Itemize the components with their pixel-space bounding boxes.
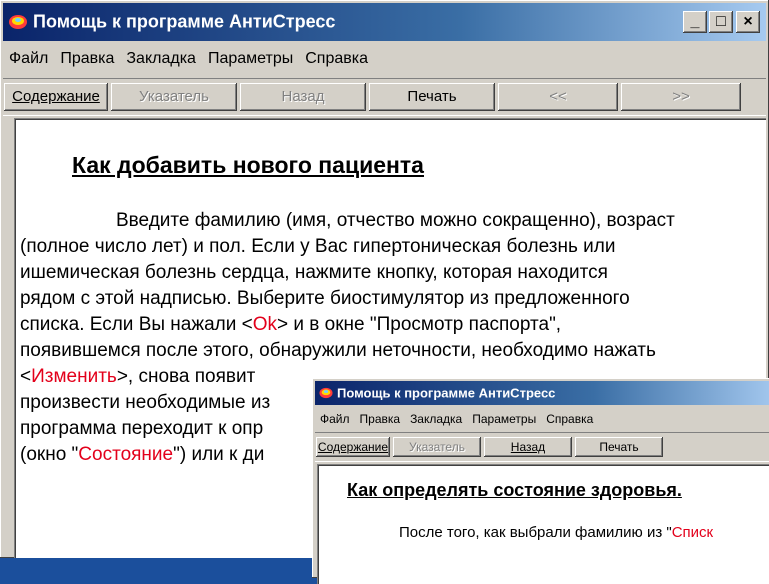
menu-bookmark[interactable]: Закладка [405, 408, 467, 430]
print-label: Печать [407, 88, 457, 105]
close-button[interactable]: × [736, 11, 760, 33]
text-line: ишемическая болезнь сердца, нажмите кноп… [20, 262, 608, 283]
menu-bar: Файл Правка Закладка Параметры Справка [315, 408, 769, 430]
menu-edit[interactable]: Правка [54, 44, 120, 74]
menu-options[interactable]: Параметры [202, 44, 299, 74]
menu-edit[interactable]: Правка [355, 408, 406, 430]
prev-button[interactable]: << [498, 83, 618, 111]
back-label: Назад [281, 88, 325, 105]
menu-bar: Файл Правка Закладка Параметры Справка [3, 44, 766, 74]
text-line: списка. Если Вы нажали <Ok> и в окне "Пр… [20, 314, 562, 335]
topic-text: После того, как выбрали фамилию из "Спис… [399, 524, 714, 541]
title-bar[interactable]: Помощь к программе АнтиСтресс [315, 381, 769, 405]
menu-help[interactable]: Справка [541, 408, 598, 430]
toolbar: Содержание Указатель Назад Печать << >> [3, 78, 766, 116]
print-label: Печать [599, 440, 639, 454]
text-line: Введите фамилию (имя, отчество можно сок… [116, 210, 675, 231]
state-link[interactable]: Состояние [78, 444, 173, 465]
ok-link[interactable]: Ok [253, 314, 277, 335]
help-window-secondary: Помощь к программе АнтиСтресс Файл Правка… [312, 378, 769, 584]
menu-bookmark[interactable]: Закладка [120, 44, 202, 74]
index-label: Указатель [139, 88, 209, 105]
text-line: рядом с этой надписью. Выберите биостиму… [20, 288, 630, 309]
text-line: появившемся после этого, обнаружили нето… [20, 340, 656, 361]
menu-help[interactable]: Справка [299, 44, 374, 74]
print-button[interactable]: Печать [369, 83, 495, 111]
index-label: Указатель [409, 440, 465, 454]
back-button[interactable]: Назад [240, 83, 366, 111]
back-label: Назад [510, 440, 546, 454]
contents-button[interactable]: Содержание [316, 437, 390, 457]
index-button[interactable]: Указатель [393, 437, 481, 457]
menu-file[interactable]: Файл [315, 408, 355, 430]
menu-file[interactable]: Файл [3, 44, 54, 74]
window-title: Помощь к программе АнтиСтресс [337, 385, 556, 401]
app-icon [9, 15, 27, 29]
list-link[interactable]: Списк [672, 524, 713, 541]
toolbar: Содержание Указатель Назад Печать [315, 432, 769, 462]
contents-label: Содержание [12, 88, 100, 105]
contents-button[interactable]: Содержание [4, 83, 108, 111]
minimize-button[interactable]: _ [683, 11, 707, 33]
topic-heading: Как добавить нового пациента [72, 152, 424, 178]
topic-heading: Как определять состояние здоровья. [347, 480, 682, 500]
help-content[interactable]: Как определять состояние здоровья. После… [317, 464, 769, 584]
back-button[interactable]: Назад [484, 437, 572, 457]
next-label: >> [672, 88, 690, 105]
text-line: (полное число лет) и пол. Если у Вас гип… [20, 236, 616, 257]
app-icon [319, 387, 333, 399]
title-bar[interactable]: Помощь к программе АнтиСтресс _ □ × [3, 3, 766, 41]
index-button[interactable]: Указатель [111, 83, 237, 111]
maximize-button[interactable]: □ [709, 11, 733, 33]
window-title: Помощь к программе АнтиСтресс [33, 11, 336, 32]
change-link[interactable]: Изменить [31, 366, 117, 387]
print-button[interactable]: Печать [575, 437, 663, 457]
next-button[interactable]: >> [621, 83, 741, 111]
prev-label: << [549, 88, 567, 105]
menu-options[interactable]: Параметры [467, 408, 541, 430]
contents-label: Содержание [317, 440, 389, 454]
